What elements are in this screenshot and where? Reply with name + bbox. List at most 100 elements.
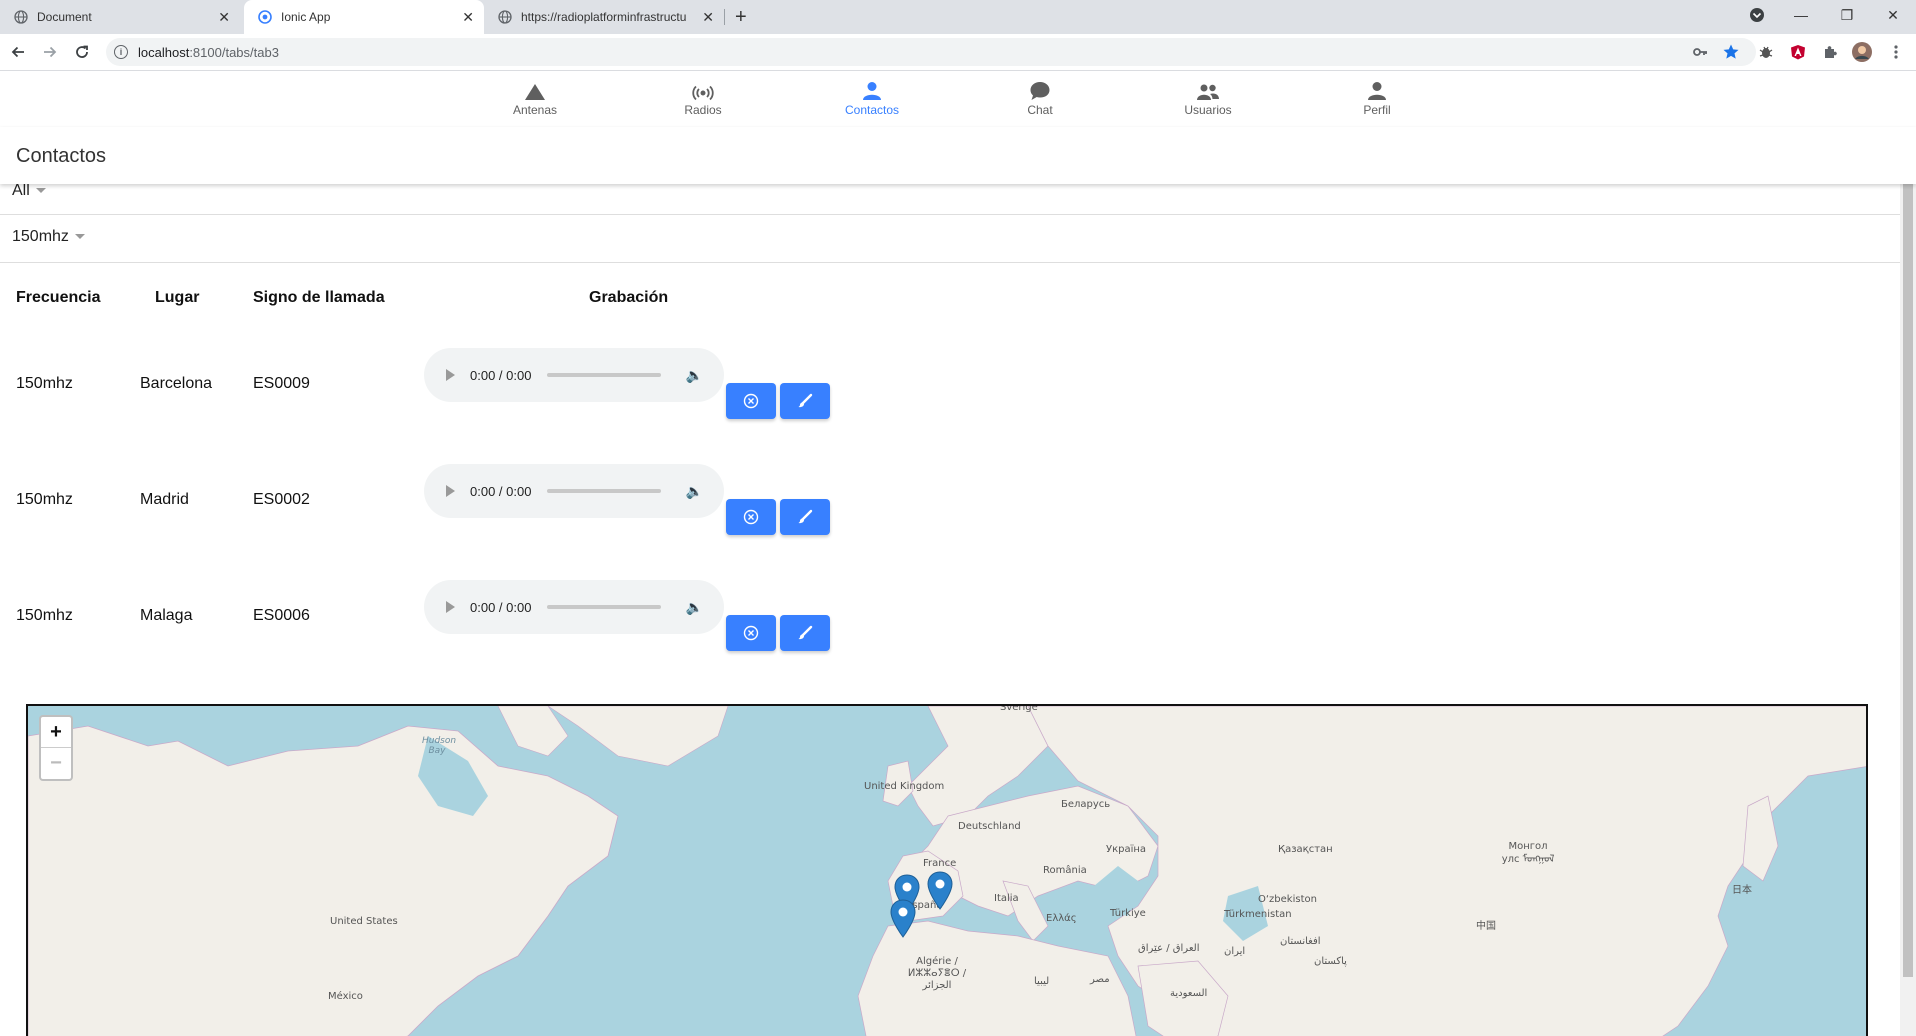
map-label: Hudson Bay — [422, 736, 457, 756]
play-icon[interactable] — [446, 601, 455, 613]
volume-icon[interactable]: 🔈 — [685, 599, 702, 616]
cell-lugar: Madrid — [140, 491, 189, 508]
map-label: Қазақстан — [1278, 844, 1333, 855]
map[interactable]: + − Sverige Hudson Bay United Kingdom Бе… — [26, 704, 1868, 1036]
tab-radios[interactable]: Radios — [653, 79, 753, 117]
map-marker-malaga[interactable] — [890, 899, 916, 939]
map-label: ليبيا — [1034, 976, 1050, 987]
column-header-grabacion: Grabación — [589, 289, 669, 306]
map-label: ایران — [1224, 946, 1246, 957]
cell-lugar: Barcelona — [140, 375, 213, 392]
tab-chat[interactable]: Chat — [990, 79, 1090, 117]
audio-player[interactable]: 0:00 / 0:00 🔈 — [424, 580, 724, 634]
volume-icon[interactable]: 🔈 — [685, 367, 702, 384]
map-label: العراق / عێراق — [1138, 943, 1200, 954]
browser-tab-document[interactable]: Document ✕ — [0, 0, 240, 34]
caret-down-icon — [35, 188, 46, 194]
edit-button[interactable] — [780, 383, 830, 419]
scrollbar-thumb[interactable] — [1903, 184, 1913, 977]
map-label: United States — [330, 916, 398, 927]
tab-antenas[interactable]: Antenas — [485, 79, 585, 117]
page-title: Contactos — [16, 145, 107, 167]
browser-toolbar: i localhost:8100/tabs/tab3 — [0, 34, 1916, 71]
close-circle-icon — [743, 509, 759, 525]
select-value: All — [12, 184, 46, 200]
audio-progress-slider[interactable] — [547, 489, 662, 493]
puzzle-extensions-icon[interactable] — [1820, 42, 1840, 62]
cell-frecuencia: 150mhz — [16, 375, 73, 392]
audio-player[interactable]: 0:00 / 0:00 🔈 — [424, 464, 724, 518]
people-icon — [1196, 79, 1220, 101]
globe-icon — [14, 10, 28, 24]
map-label: السعودية — [1170, 988, 1208, 999]
browser-tab-radioplatform[interactable]: https://radioplatforminfrastructu ✕ — [484, 0, 724, 34]
ionic-logo-icon — [258, 10, 272, 24]
browser-tab-ionic[interactable]: Ionic App ✕ — [244, 0, 484, 34]
map-label: Sverige — [1000, 704, 1038, 713]
key-icon[interactable] — [1692, 44, 1708, 65]
delete-button[interactable] — [726, 499, 776, 535]
close-icon[interactable]: ✕ — [218, 9, 230, 26]
filter-select-all[interactable]: All — [0, 184, 1900, 215]
map-marker-barcelona[interactable] — [927, 871, 953, 911]
browser-tabstrip: Document ✕ Ionic App ✕ https://radioplat… — [0, 0, 1916, 34]
play-icon[interactable] — [446, 485, 455, 497]
volume-icon[interactable]: 🔈 — [685, 483, 702, 500]
play-icon[interactable] — [446, 369, 455, 381]
scrollbar[interactable] — [1900, 184, 1916, 1036]
angular-extension-icon[interactable] — [1788, 42, 1808, 62]
edit-button[interactable] — [780, 499, 830, 535]
tab-label: Chat — [1027, 103, 1053, 117]
page-header: Contactos — [0, 127, 1916, 184]
map-label: Türkiye — [1110, 908, 1146, 919]
zoom-out-button[interactable]: − — [41, 747, 71, 778]
zoom-control: + − — [39, 715, 73, 781]
address-bar[interactable]: i localhost:8100/tabs/tab3 — [106, 38, 1756, 66]
tab-usuarios[interactable]: Usuarios — [1158, 79, 1258, 117]
tab-label: Radios — [684, 103, 722, 117]
map-label: 中国 — [1476, 921, 1496, 932]
restore-button[interactable]: ❐ — [1824, 0, 1870, 30]
caret-down-icon — [74, 234, 85, 240]
delete-button[interactable] — [726, 615, 776, 651]
filter-select-frequency[interactable]: 150mhz — [0, 214, 1900, 263]
column-header-frecuencia: Frecuencia — [16, 289, 101, 306]
zoom-in-button[interactable]: + — [41, 717, 71, 747]
minimize-button[interactable]: — — [1778, 0, 1824, 30]
close-icon[interactable]: ✕ — [702, 9, 714, 26]
close-icon[interactable]: ✕ — [462, 9, 474, 26]
bug-extension-icon[interactable] — [1756, 42, 1776, 62]
brush-icon — [798, 509, 813, 524]
map-label: Algérie / ⵍⵣⵣⴰⵢⴻⵔ / الجزائر — [907, 956, 967, 991]
globe-icon — [498, 10, 512, 24]
tab-search-icon[interactable] — [1734, 0, 1780, 30]
audio-time: 0:00 / 0:00 — [470, 483, 532, 499]
map-label: Беларусь — [1061, 799, 1111, 810]
browser-tab-title: https://radioplatforminfrastructu — [521, 10, 687, 24]
brush-icon — [798, 393, 813, 408]
window-close-button[interactable]: ✕ — [1870, 0, 1916, 30]
content-area: All 150mhz Frecuencia Lugar Signo de lla… — [0, 184, 1900, 1036]
audio-time: 0:00 / 0:00 — [470, 367, 532, 383]
tab-contactos[interactable]: Contactos — [822, 79, 922, 117]
map-label: France — [923, 858, 957, 869]
forward-button[interactable] — [38, 40, 62, 64]
bookmark-star-icon[interactable] — [1722, 43, 1740, 66]
menu-kebab-icon[interactable] — [1886, 42, 1906, 62]
audio-progress-slider[interactable] — [547, 605, 662, 609]
tab-perfil[interactable]: Perfil — [1327, 79, 1427, 117]
cell-signo: ES0006 — [253, 607, 310, 624]
audio-player[interactable]: 0:00 / 0:00 🔈 — [424, 348, 724, 402]
map-label: Italia — [994, 893, 1019, 904]
reload-button[interactable] — [70, 40, 94, 64]
new-tab-button[interactable]: + — [735, 6, 747, 29]
delete-button[interactable] — [726, 383, 776, 419]
audio-progress-slider[interactable] — [547, 373, 662, 377]
back-button[interactable] — [6, 40, 30, 64]
close-circle-icon — [743, 625, 759, 641]
avatar[interactable] — [1852, 42, 1872, 62]
edit-button[interactable] — [780, 615, 830, 651]
app-tab-bar: Antenas Radios Contactos Chat Usuarios P… — [0, 71, 1916, 128]
map-label: México — [328, 991, 363, 1002]
site-info-icon[interactable]: i — [114, 45, 128, 59]
